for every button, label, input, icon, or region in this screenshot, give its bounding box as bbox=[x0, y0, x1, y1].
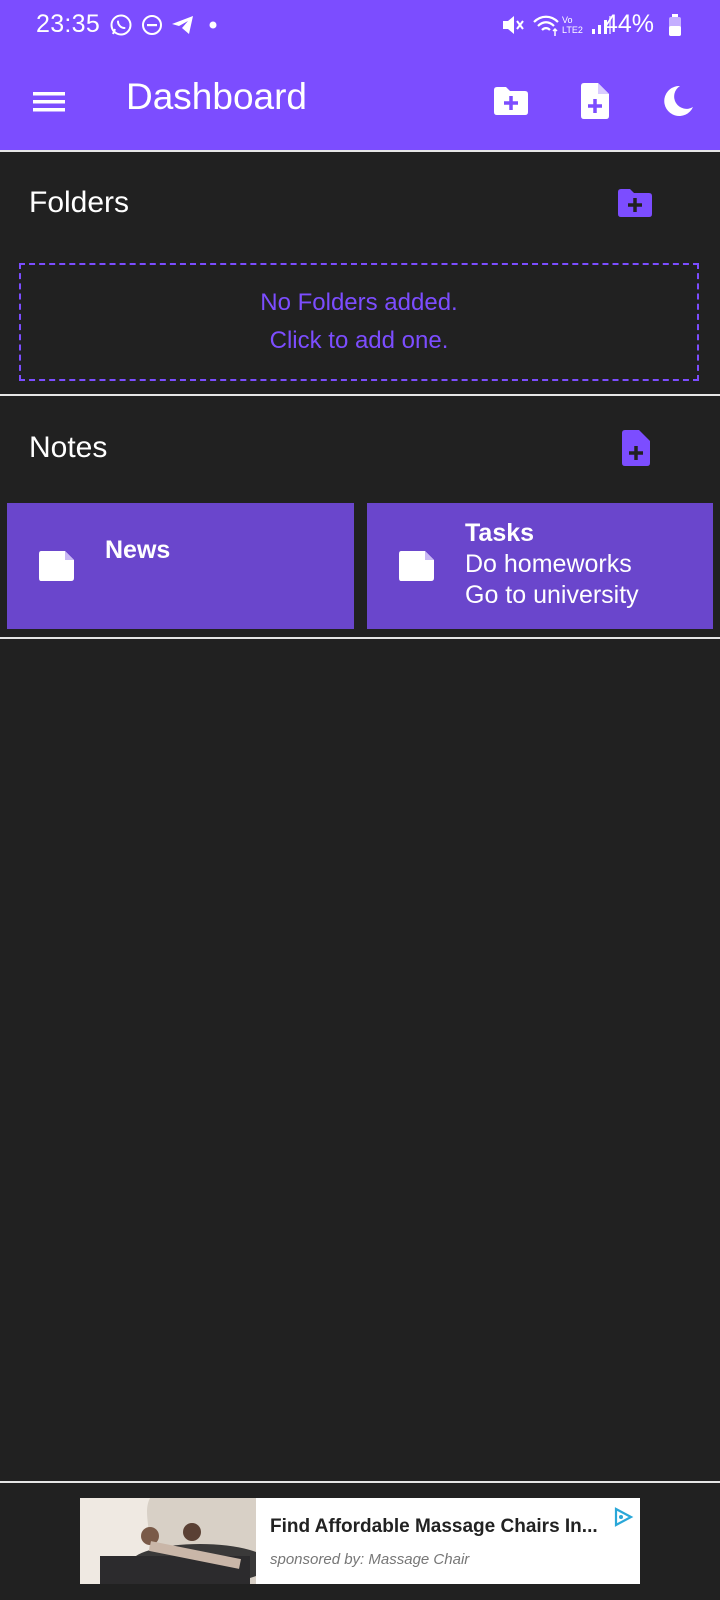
ad-sponsor: sponsored by: Massage Chair bbox=[270, 1551, 470, 1568]
add-note-icon bbox=[622, 430, 650, 466]
dot-icon bbox=[200, 12, 226, 38]
notes-divider bbox=[0, 637, 720, 639]
notes-title: Notes bbox=[29, 431, 108, 464]
add-folder-icon bbox=[494, 87, 528, 115]
folders-divider bbox=[0, 394, 720, 396]
ad-choices-icon[interactable] bbox=[612, 1506, 634, 1528]
battery-percent: 44% bbox=[603, 10, 654, 38]
folders-title: Folders bbox=[29, 186, 130, 219]
mute-icon bbox=[500, 12, 526, 38]
moon-icon bbox=[664, 85, 693, 116]
add-folder-section-button[interactable] bbox=[612, 180, 658, 226]
status-time: 23:35 bbox=[36, 10, 101, 38]
ad-divider bbox=[0, 1481, 720, 1483]
note-title: Tasks bbox=[465, 519, 535, 547]
telegram-icon bbox=[170, 12, 196, 38]
note-card-news[interactable]: News bbox=[7, 503, 354, 629]
empty-folders-text-2: Click to add one. bbox=[269, 327, 449, 354]
empty-folders-text-1: No Folders added. bbox=[260, 289, 458, 316]
note-title: News bbox=[105, 536, 171, 564]
add-folder-button[interactable] bbox=[486, 76, 536, 126]
add-folder-icon bbox=[618, 189, 652, 217]
dark-mode-button[interactable] bbox=[653, 76, 703, 126]
app-bar: Dashboard bbox=[0, 52, 720, 150]
empty-folders-placeholder[interactable]: No Folders added. Click to add one. bbox=[19, 263, 699, 381]
ad-banner[interactable]: Find Affordable Massage Chairs In... spo… bbox=[80, 1498, 640, 1584]
wifi-icon bbox=[532, 12, 562, 38]
lte-label: Vo LTE2 bbox=[562, 15, 583, 35]
note-icon bbox=[399, 551, 434, 581]
top-bar: 23:35 Vo LTE2 44% Dashboard bbox=[0, 0, 720, 150]
dnd-icon bbox=[139, 12, 165, 38]
page-title: Dashboard bbox=[126, 76, 308, 117]
header-divider bbox=[0, 150, 720, 152]
hamburger-icon bbox=[33, 92, 65, 112]
note-icon bbox=[39, 551, 74, 581]
add-note-section-button[interactable] bbox=[613, 425, 659, 471]
add-note-icon bbox=[581, 83, 609, 119]
note-line: Go to university bbox=[465, 581, 639, 609]
add-note-button[interactable] bbox=[570, 76, 620, 126]
ad-image bbox=[80, 1498, 256, 1584]
ad-headline: Find Affordable Massage Chairs In... bbox=[270, 1516, 598, 1537]
note-line: Do homeworks bbox=[465, 550, 632, 578]
menu-button[interactable] bbox=[26, 82, 72, 122]
battery-icon bbox=[666, 12, 684, 38]
whatsapp-icon bbox=[108, 12, 134, 38]
note-card-tasks[interactable]: Tasks Do homeworks Go to university bbox=[367, 503, 713, 629]
status-bar: 23:35 Vo LTE2 44% bbox=[0, 0, 720, 52]
